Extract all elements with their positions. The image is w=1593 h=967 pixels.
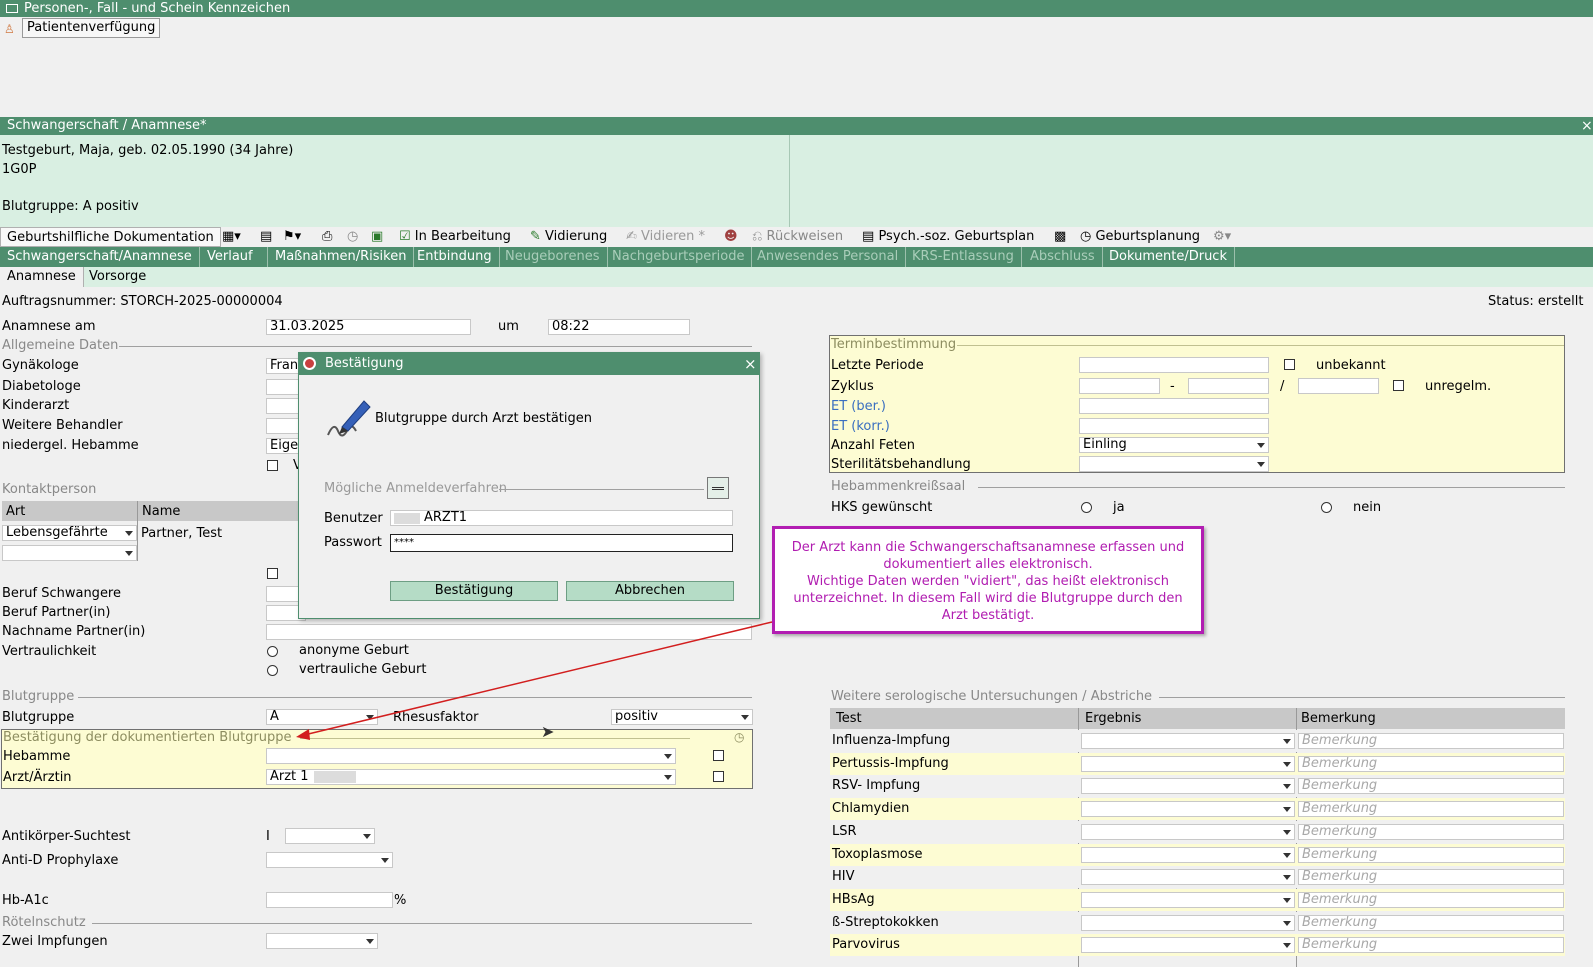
mouse-cursor-icon: ➤ [541, 722, 555, 741]
annotation-box: Der Arzt kann die Schwangerschaftsanamne… [772, 526, 1204, 634]
annotation-arrow [296, 621, 773, 740]
